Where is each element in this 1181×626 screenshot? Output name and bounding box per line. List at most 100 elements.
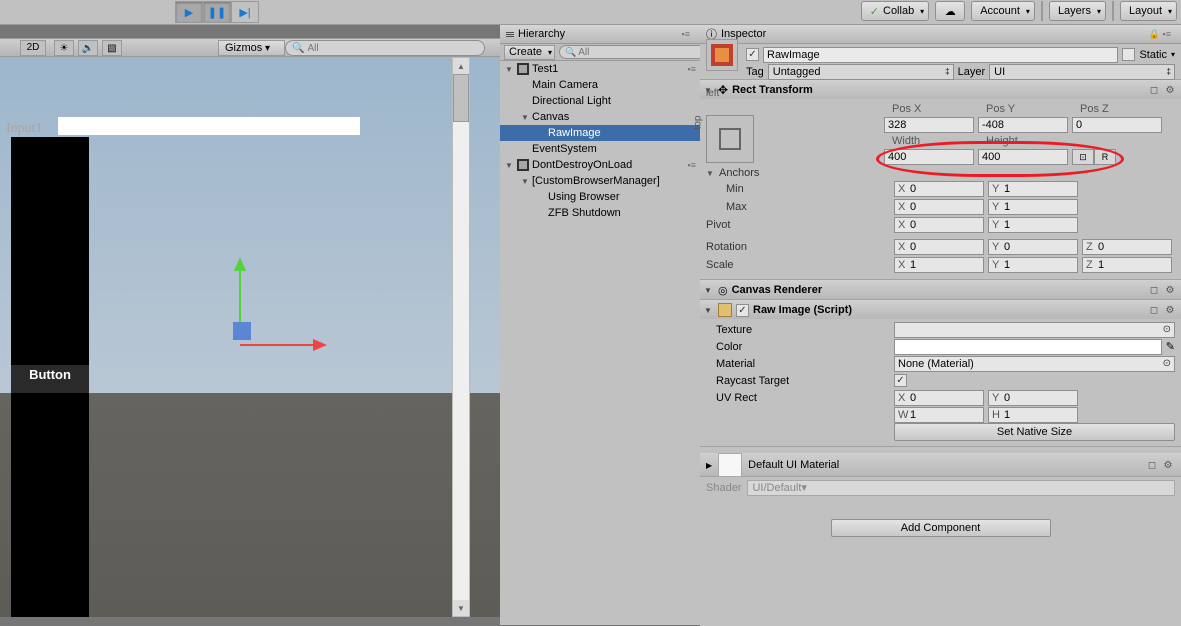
scene-search-input[interactable] <box>307 43 478 54</box>
help-icon[interactable]: ◻ <box>1147 283 1161 297</box>
anchor-min-y[interactable]: Y1 <box>988 181 1078 197</box>
rect-transform-header[interactable]: ▼ ✥ Rect Transform ◻ ⚙ <box>700 81 1181 99</box>
posz-field[interactable]: 0 <box>1072 117 1162 133</box>
material-header[interactable]: ▶ Default UI Material ◻⚙ <box>700 453 1181 477</box>
hierarchy-item[interactable]: Directional Light <box>500 93 700 109</box>
raycast-checkbox[interactable] <box>894 374 907 387</box>
help-icon[interactable]: ◻ <box>1145 458 1159 472</box>
pivot-x[interactable]: X0 <box>894 217 984 233</box>
raw-image-header[interactable]: ▼ Raw Image (Script) ◻⚙ <box>700 301 1181 319</box>
add-component-button[interactable]: Add Component <box>831 519 1051 537</box>
anchors-foldout[interactable]: ▼Anchors <box>706 165 1175 181</box>
inspector-tab[interactable]: ⓘ Inspector 🔒 ▪≡ <box>700 25 1181 44</box>
static-checkbox[interactable] <box>1122 48 1135 61</box>
gear-icon[interactable]: ⚙ <box>1163 303 1177 317</box>
hierarchy-tab[interactable]: Hierarchy ▪≡ <box>500 25 700 44</box>
hierarchy-item[interactable]: ZFB Shutdown <box>500 205 700 221</box>
width-field[interactable]: 400 <box>884 149 974 165</box>
active-checkbox[interactable] <box>746 48 759 61</box>
hierarchy-item[interactable]: ▼Test1▪≡ <box>500 61 700 77</box>
pause-button[interactable]: ❚❚ <box>203 1 231 23</box>
scene-input-rect[interactable] <box>58 117 360 135</box>
fold-icon[interactable]: ▼ <box>520 113 530 122</box>
raw-image-enabled[interactable] <box>736 304 749 317</box>
posy-field[interactable]: -408 <box>978 117 1068 133</box>
uv-h[interactable]: H1 <box>988 407 1078 423</box>
audio-icon[interactable]: 🔊 <box>78 40 98 56</box>
gizmo-center[interactable] <box>233 322 251 340</box>
popup-icon[interactable]: ▪≡ <box>688 160 696 170</box>
material-field[interactable]: None (Material)⊙ <box>894 356 1175 372</box>
anchor-preset-button[interactable] <box>706 115 754 163</box>
collab-dropdown[interactable]: ✓Collab▾ <box>861 1 929 21</box>
uv-y[interactable]: Y0 <box>988 390 1078 406</box>
hierarchy-item[interactable]: ▼DontDestroyOnLoad▪≡ <box>500 157 700 173</box>
popup-icon[interactable]: ▪≡ <box>682 29 690 39</box>
scroll-track[interactable] <box>453 122 469 600</box>
light-icon[interactable]: ☀ <box>54 40 74 56</box>
posx-field[interactable]: 328 <box>884 117 974 133</box>
cloud-button[interactable]: ☁ <box>935 1 965 21</box>
anchor-max-x[interactable]: X0 <box>894 199 984 215</box>
hierarchy-search[interactable]: 🔍 <box>559 45 716 59</box>
object-picker-icon[interactable]: ⊙ <box>1163 358 1171 369</box>
layers-dropdown[interactable]: Layers▾ <box>1049 1 1106 21</box>
fold-icon[interactable]: ▼ <box>704 306 714 315</box>
tag-dropdown[interactable]: Untagged‡ <box>768 64 954 80</box>
blueprint-mode-button[interactable]: ⊡ <box>1072 149 1094 165</box>
chevron-down-icon[interactable]: ▾ <box>1171 50 1175 59</box>
uv-w[interactable]: W1 <box>894 407 984 423</box>
anchor-max-y[interactable]: Y1 <box>988 199 1078 215</box>
gameobject-icon[interactable] <box>706 39 738 71</box>
fold-icon[interactable]: ▶ <box>706 461 712 470</box>
play-button[interactable]: ▶ <box>175 1 203 23</box>
fold-icon[interactable]: ▼ <box>704 286 714 295</box>
scroll-thumb[interactable] <box>453 74 469 122</box>
fold-icon[interactable]: ▼ <box>504 65 514 74</box>
eyedropper-icon[interactable]: ✎ <box>1166 340 1175 353</box>
scl-y[interactable]: Y1 <box>988 257 1078 273</box>
anchor-min-x[interactable]: X0 <box>894 181 984 197</box>
hierarchy-item[interactable]: RawImage <box>500 125 700 141</box>
scene-view[interactable]: Input1 Button <box>0 57 500 617</box>
fold-icon[interactable]: ▼ <box>520 177 530 186</box>
gear-icon[interactable]: ⚙ <box>1163 83 1177 97</box>
scroll-down-icon[interactable]: ▼ <box>453 600 469 616</box>
layout-dropdown[interactable]: Layout▾ <box>1120 1 1177 21</box>
hierarchy-item[interactable]: ▼Canvas <box>500 109 700 125</box>
uv-x[interactable]: X0 <box>894 390 984 406</box>
help-icon[interactable]: ◻ <box>1147 303 1161 317</box>
scene-search[interactable]: 🔍 <box>285 40 485 56</box>
fold-icon[interactable]: ▼ <box>504 161 514 170</box>
hierarchy-item[interactable]: EventSystem <box>500 141 700 157</box>
scroll-up-icon[interactable]: ▲ <box>453 58 469 74</box>
canvas-renderer-header[interactable]: ▼ ◎ Canvas Renderer ◻⚙ <box>700 281 1181 299</box>
texture-field[interactable]: ⊙ <box>894 322 1175 338</box>
scl-x[interactable]: X1 <box>894 257 984 273</box>
hierarchy-item[interactable]: Main Camera <box>500 77 700 93</box>
step-button[interactable]: ▶| <box>231 1 259 23</box>
account-dropdown[interactable]: Account▾ <box>971 1 1035 21</box>
create-dropdown[interactable]: Create▾ <box>504 45 555 60</box>
hierarchy-search-input[interactable] <box>578 47 710 58</box>
color-field[interactable] <box>894 339 1162 355</box>
set-native-size-button[interactable]: Set Native Size <box>894 423 1175 441</box>
popup-icon[interactable]: ▪≡ <box>688 64 696 74</box>
rot-y[interactable]: Y0 <box>988 239 1078 255</box>
gizmos-dropdown[interactable]: Gizmos ▾ <box>218 40 285 56</box>
fx-icon[interactable]: ▧ <box>102 40 122 56</box>
shader-dropdown[interactable]: UI/Default▾ <box>747 480 1175 496</box>
scl-z[interactable]: Z1 <box>1082 257 1172 273</box>
raw-edit-button[interactable]: R <box>1094 149 1116 165</box>
gear-icon[interactable]: ⚙ <box>1161 458 1175 472</box>
scene-scrollbar[interactable]: ▲ ▼ <box>452 57 470 617</box>
rot-z[interactable]: Z0 <box>1082 239 1172 255</box>
help-icon[interactable]: ◻ <box>1147 83 1161 97</box>
pivot-y[interactable]: Y1 <box>988 217 1078 233</box>
height-field[interactable]: 400 <box>978 149 1068 165</box>
gear-icon[interactable]: ⚙ <box>1163 283 1177 297</box>
lock-icon[interactable]: 🔒 ▪≡ <box>1149 29 1171 40</box>
layer-dropdown[interactable]: UI‡ <box>989 64 1175 80</box>
object-picker-icon[interactable]: ⊙ <box>1163 324 1171 335</box>
hierarchy-item[interactable]: ▼[CustomBrowserManager] <box>500 173 700 189</box>
